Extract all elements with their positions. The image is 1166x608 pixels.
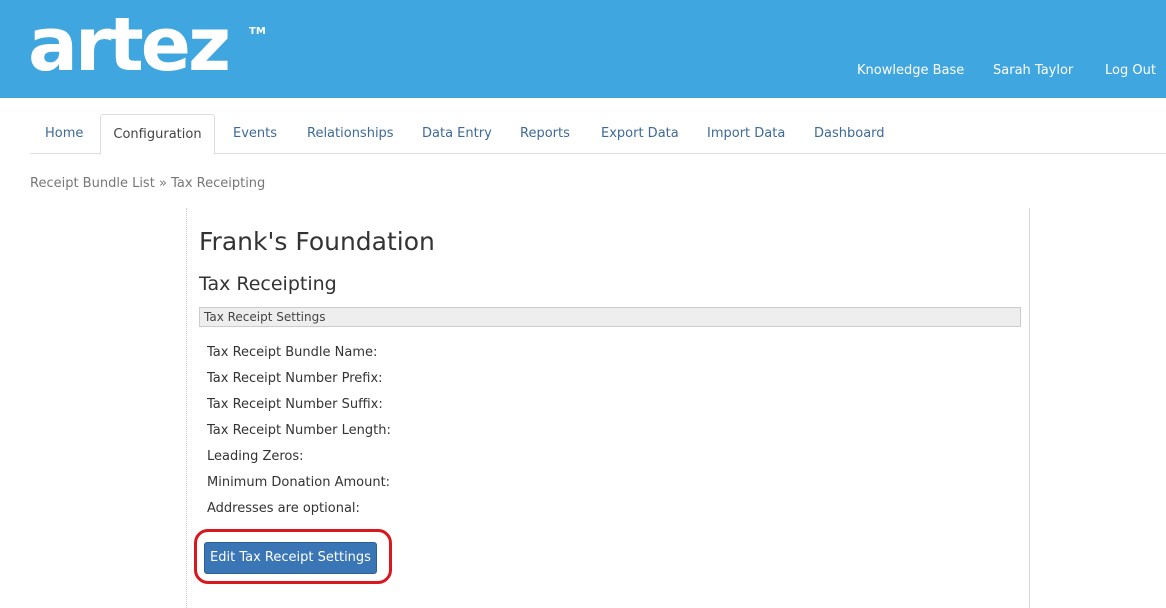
tab-dashboard[interactable]: Dashboard xyxy=(814,114,885,154)
artez-logo[interactable]: artez TM xyxy=(28,18,268,90)
tab-data-entry[interactable]: Data Entry xyxy=(422,114,492,154)
settings-section-header: Tax Receipt Settings xyxy=(199,307,1021,327)
logout-link[interactable]: Log Out xyxy=(1105,63,1156,78)
knowledge-base-link[interactable]: Knowledge Base xyxy=(857,63,964,78)
tab-events[interactable]: Events xyxy=(233,114,277,154)
edit-tax-receipt-settings-button[interactable]: Edit Tax Receipt Settings xyxy=(204,542,377,574)
tab-home[interactable]: Home xyxy=(45,114,83,154)
breadcrumb-separator: » xyxy=(158,176,167,191)
field-label-number-length: Tax Receipt Number Length: xyxy=(207,423,391,438)
field-label-number-suffix: Tax Receipt Number Suffix: xyxy=(207,397,383,412)
main-nav-tabs: Home Configuration Events Relationships … xyxy=(30,114,1166,155)
breadcrumb: Receipt Bundle List » Tax Receipting xyxy=(30,176,265,191)
logo-wordmark: artez xyxy=(28,18,228,88)
field-label-minimum-donation: Minimum Donation Amount: xyxy=(207,475,391,490)
tab-import-data[interactable]: Import Data xyxy=(707,114,785,154)
tab-export-data[interactable]: Export Data xyxy=(601,114,679,154)
logo-trademark: TM xyxy=(249,26,266,37)
user-name-link[interactable]: Sarah Taylor xyxy=(993,63,1073,78)
field-label-number-prefix: Tax Receipt Number Prefix: xyxy=(207,371,383,386)
page-title: Frank's Foundation xyxy=(199,227,435,256)
field-label-leading-zeros: Leading Zeros: xyxy=(207,449,304,464)
tab-configuration[interactable]: Configuration xyxy=(100,114,215,155)
breadcrumb-current: Tax Receipting xyxy=(171,176,266,191)
field-label-bundle-name: Tax Receipt Bundle Name: xyxy=(207,345,378,360)
breadcrumb-receipt-bundle-list[interactable]: Receipt Bundle List xyxy=(30,176,155,191)
content-panel: Frank's Foundation Tax Receipting Tax Re… xyxy=(186,208,1030,608)
section-title: Tax Receipting xyxy=(199,273,337,295)
top-header-bar: artez TM Knowledge Base Sarah Taylor Log… xyxy=(0,0,1166,98)
tab-relationships[interactable]: Relationships xyxy=(307,114,394,154)
tab-reports[interactable]: Reports xyxy=(520,114,570,154)
field-label-addresses-optional: Addresses are optional: xyxy=(207,501,360,516)
